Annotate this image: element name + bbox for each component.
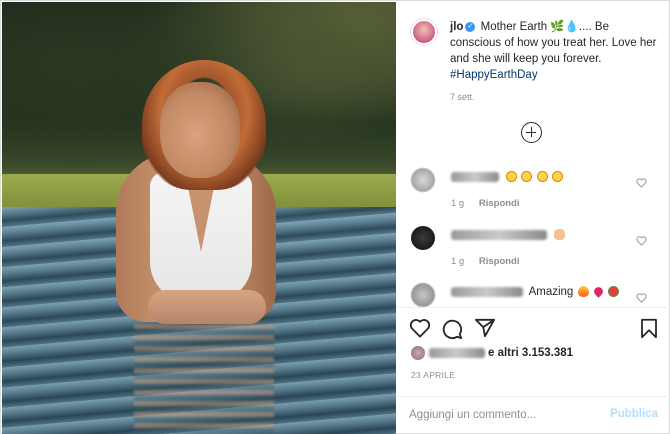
caption-time: 7 sett. <box>450 92 475 102</box>
comment-input[interactable] <box>409 405 599 425</box>
photo-reflection <box>134 324 274 434</box>
comment-time: 1 g <box>451 198 465 209</box>
comment-text <box>451 228 566 242</box>
comment-text: Amazing <box>451 285 619 299</box>
rose-emoji-icon <box>607 286 619 298</box>
verified-badge-icon: ✓ <box>465 21 476 32</box>
caption-text: Mother Earth 🌿💧.... Be conscious of how … <box>450 21 657 65</box>
likes-count[interactable]: e altri 3.153.381 <box>488 347 573 359</box>
heart-emoji-icon <box>591 285 605 299</box>
hand-emoji-icon <box>554 229 566 241</box>
comment-text <box>451 170 563 184</box>
share-send-icon[interactable] <box>474 318 496 338</box>
star-eyes-emoji-icon <box>521 171 533 183</box>
instagram-post: jlo ✓ Mother Earth 🌿💧.... Be conscious of… <box>0 0 670 434</box>
liker-avatar <box>411 346 425 360</box>
caption-hashtag[interactable]: #HappyEarthDay <box>450 69 538 81</box>
comment-form: Pubblica <box>397 396 670 434</box>
author-username[interactable]: jlo <box>450 21 463 33</box>
comment-meta: 1 g Rispondi <box>451 198 520 209</box>
comment-bubble-icon[interactable] <box>441 318 463 340</box>
commenter-avatar[interactable] <box>411 226 435 250</box>
comment-body: Amazing <box>528 286 574 298</box>
photo-head <box>160 82 240 178</box>
reply-button[interactable]: Rispondi <box>479 198 520 209</box>
likes-summary[interactable]: e altri 3.153.381 <box>411 346 573 360</box>
author-avatar[interactable] <box>411 19 437 45</box>
star-eyes-emoji-icon <box>506 171 518 183</box>
comment-time: 1 g <box>451 256 465 267</box>
post-sidebar: jlo ✓ Mother Earth 🌿💧.... Be conscious of… <box>397 2 670 434</box>
publish-button[interactable]: Pubblica <box>610 408 658 420</box>
comment-like-heart-icon[interactable] <box>636 236 647 246</box>
fire-emoji-icon <box>577 286 589 298</box>
comment-like-heart-icon[interactable] <box>636 293 647 303</box>
commenter-username[interactable] <box>451 171 499 182</box>
comment-meta: 1 g Rispondi <box>451 256 520 267</box>
commenter-username[interactable] <box>451 229 547 240</box>
liker-username[interactable] <box>429 348 485 358</box>
comment-like-heart-icon[interactable] <box>636 178 647 188</box>
photo-legs <box>148 290 266 324</box>
comments-scroll-area[interactable]: jlo ✓ Mother Earth 🌿💧.... Be conscious of… <box>397 2 670 307</box>
load-more-comments-icon[interactable] <box>521 122 542 143</box>
post-caption: jlo ✓ Mother Earth 🌿💧.... Be conscious of… <box>450 19 660 83</box>
like-heart-icon[interactable] <box>409 318 431 338</box>
post-photo[interactable] <box>2 2 396 434</box>
star-eyes-emoji-icon <box>536 171 548 183</box>
commenter-avatar[interactable] <box>411 168 435 192</box>
action-bar <box>397 308 670 348</box>
commenter-username[interactable] <box>451 286 523 297</box>
star-eyes-emoji-icon <box>551 171 563 183</box>
reply-button[interactable]: Rispondi <box>479 256 520 267</box>
save-bookmark-icon[interactable] <box>640 318 658 339</box>
post-date: 23 APRILE <box>411 370 456 380</box>
commenter-avatar[interactable] <box>411 283 435 307</box>
